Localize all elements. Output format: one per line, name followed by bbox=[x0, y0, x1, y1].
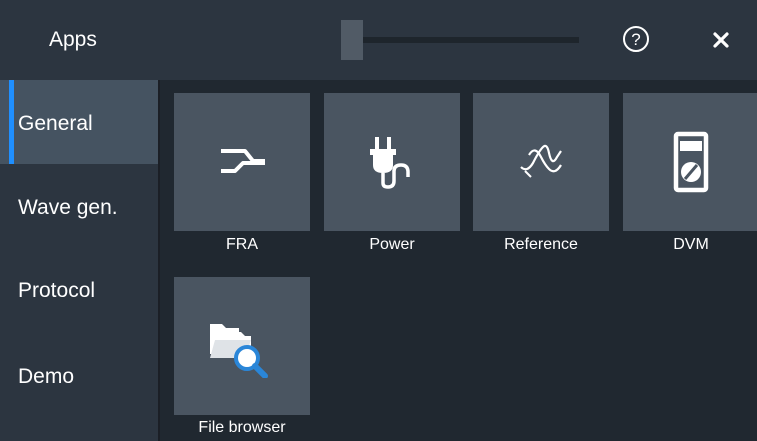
tab-general-label: General bbox=[18, 112, 93, 135]
app-label-fra: FRA bbox=[226, 236, 258, 253]
multimeter-icon bbox=[673, 131, 709, 193]
app-tile-power[interactable] bbox=[324, 93, 460, 231]
window-title: Apps bbox=[49, 28, 97, 51]
close-button[interactable] bbox=[707, 26, 735, 54]
tab-demo-label: Demo bbox=[18, 365, 75, 388]
svg-text:?: ? bbox=[631, 30, 640, 49]
tab-protocol-label: Protocol bbox=[18, 279, 96, 302]
fra-icon bbox=[221, 149, 265, 173]
app-label-reference: Reference bbox=[504, 236, 578, 253]
sidebar: General Wave gen. Protocol Demo bbox=[0, 80, 158, 441]
header-bar: Apps ? bbox=[0, 0, 757, 80]
app-label-file-browser: File browser bbox=[198, 419, 286, 436]
slider-thumb[interactable] bbox=[341, 20, 363, 60]
slider-track[interactable] bbox=[341, 37, 579, 43]
app-label-power: Power bbox=[369, 236, 415, 253]
tab-general[interactable]: General bbox=[0, 80, 158, 164]
tab-demo[interactable]: Demo bbox=[0, 332, 158, 416]
app-tile-fra[interactable] bbox=[174, 93, 310, 231]
help-circle-icon: ? bbox=[623, 26, 649, 52]
apps-grid: FRA Power Reference DVM File browser bbox=[160, 80, 757, 441]
power-plug-icon bbox=[370, 137, 410, 189]
app-tile-dvm[interactable] bbox=[623, 93, 757, 231]
active-tab-indicator bbox=[9, 80, 14, 164]
tab-wave-gen-label: Wave gen. bbox=[18, 196, 118, 219]
help-button[interactable]: ? bbox=[621, 24, 651, 54]
tab-wave-gen[interactable]: Wave gen. bbox=[0, 164, 158, 248]
reference-waveform-icon bbox=[520, 144, 562, 178]
close-icon bbox=[713, 32, 729, 48]
app-label-dvm: DVM bbox=[673, 236, 709, 253]
apps-window: Apps ? General Wave gen. Protocol Demo F… bbox=[0, 0, 757, 441]
tab-protocol[interactable]: Protocol bbox=[0, 248, 158, 332]
scroll-slider[interactable] bbox=[341, 20, 581, 60]
app-tile-file-browser[interactable] bbox=[174, 277, 310, 415]
file-browser-icon bbox=[210, 324, 268, 378]
app-tile-reference[interactable] bbox=[473, 93, 609, 231]
